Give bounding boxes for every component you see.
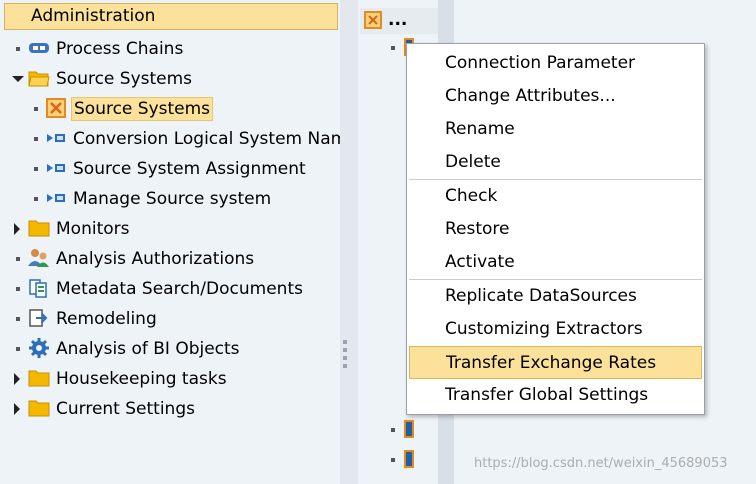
source-system-item-icon[interactable] <box>404 450 414 468</box>
menu-item-activate[interactable]: Activate <box>409 246 702 279</box>
tree-item-conversion-logical-system-names[interactable]: Conversion Logical System Names <box>0 124 340 154</box>
tree-item-remodeling[interactable]: Remodeling <box>0 304 340 334</box>
tree-item-source-systems[interactable]: Source Systems <box>0 94 340 124</box>
metadata-icon <box>29 279 47 298</box>
tree-item-source-systems-folder[interactable]: Source Systems <box>0 64 340 94</box>
conversion-icon <box>47 134 65 142</box>
bullet-icon <box>391 458 395 462</box>
context-menu: Connection Parameter Change Attributes..… <box>406 43 705 415</box>
tree-item-source-system-assignment[interactable]: Source System Assignment <box>0 154 340 184</box>
splitter-grip <box>343 348 347 352</box>
menu-item-connection-parameter[interactable]: Connection Parameter <box>409 47 702 80</box>
menu-item-change-attributes[interactable]: Change Attributes... <box>409 80 702 113</box>
menu-item-delete[interactable]: Delete <box>409 146 702 179</box>
bullet-icon <box>391 428 395 432</box>
watermark-text: https://blog.csdn.net/weixin_45689053 <box>474 456 728 471</box>
object-tree-header[interactable]: ... <box>360 8 438 34</box>
tree-item-analysis-of-bi-objects[interactable]: Analysis of BI Objects <box>0 334 340 364</box>
tree-item-metadata-search-documents[interactable]: Metadata Search/Documents <box>0 274 340 304</box>
bullet-icon <box>16 287 20 291</box>
tree-item-monitors[interactable]: Monitors <box>0 214 340 244</box>
bullet-icon <box>391 46 395 50</box>
bullet-icon <box>34 137 38 141</box>
gear-icon <box>29 338 49 358</box>
bullet-icon <box>16 317 20 321</box>
source-system-icon <box>46 98 66 118</box>
bullet-icon <box>34 167 38 171</box>
tree-item-process-chains[interactable]: Process Chains <box>0 34 340 64</box>
tree-item-current-settings[interactable]: Current Settings <box>0 394 340 424</box>
pane-splitter[interactable] <box>340 0 358 484</box>
folder-icon <box>28 370 50 387</box>
conversion-icon <box>47 194 65 202</box>
menu-item-transfer-exchange-rates[interactable]: Transfer Exchange Rates <box>409 346 702 379</box>
folder-open-icon <box>28 71 50 87</box>
users-icon <box>28 249 49 267</box>
bullet-icon <box>16 257 20 261</box>
tree-header-administration[interactable]: Administration <box>4 3 338 30</box>
folder-icon <box>28 400 50 417</box>
menu-item-check[interactable]: Check <box>409 180 702 213</box>
process-chain-icon <box>29 43 49 53</box>
source-system-icon <box>364 11 382 29</box>
bullet-icon <box>16 347 20 351</box>
navigation-tree: Administration Process Chains Source Sys… <box>0 0 340 484</box>
menu-item-rename[interactable]: Rename <box>409 113 702 146</box>
menu-item-customizing-extractors[interactable]: Customizing Extractors <box>409 313 702 346</box>
splitter-grip <box>343 364 347 368</box>
expand-right-icon[interactable] <box>14 373 20 385</box>
splitter-grip <box>343 356 347 360</box>
expand-down-icon[interactable] <box>12 76 24 82</box>
bullet-icon <box>34 107 38 111</box>
splitter-grip <box>343 340 347 344</box>
menu-item-transfer-global-settings[interactable]: Transfer Global Settings <box>409 379 702 412</box>
bullet-icon <box>16 47 20 51</box>
conversion-icon <box>47 164 65 172</box>
tree-item-analysis-authorizations[interactable]: Analysis Authorizations <box>0 244 340 274</box>
tree-item-housekeeping-tasks[interactable]: Housekeeping tasks <box>0 364 340 394</box>
header-ellipsis: ... <box>388 10 408 30</box>
bullet-icon <box>34 197 38 201</box>
source-system-item-icon[interactable] <box>404 420 414 438</box>
expand-right-icon[interactable] <box>14 223 20 235</box>
folder-icon <box>28 220 50 237</box>
menu-item-replicate-datasources[interactable]: Replicate DataSources <box>409 280 702 313</box>
tree-item-manage-source-system[interactable]: Manage Source system <box>0 184 340 214</box>
expand-right-icon[interactable] <box>14 403 20 415</box>
remodeling-icon <box>29 309 48 327</box>
menu-item-restore[interactable]: Restore <box>409 213 702 246</box>
